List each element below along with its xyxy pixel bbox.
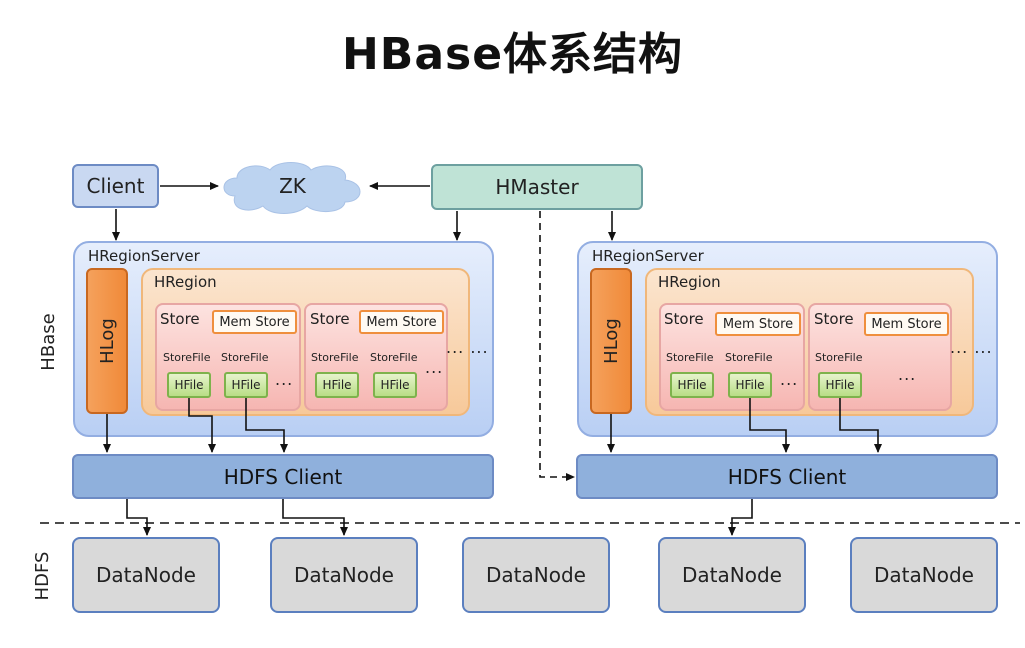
arrow-hfile-hdfsclient1 (245, 398, 288, 453)
connector-lines (40, 182, 1020, 536)
arrow-hdfsclient2-datanode4 (728, 499, 753, 536)
arrow-hdfsclient1-datanode2 (282, 499, 348, 536)
arrow-hfile-hdfsclient2 (749, 398, 790, 453)
arrow-hmaster-hdfsclient2 (539, 211, 575, 481)
arrow-hfile-hdfsclient1 (188, 398, 216, 453)
arrow-hdfsclient1-datanode1 (126, 499, 151, 536)
arrow-hfile-hdfsclient2 (839, 398, 882, 453)
